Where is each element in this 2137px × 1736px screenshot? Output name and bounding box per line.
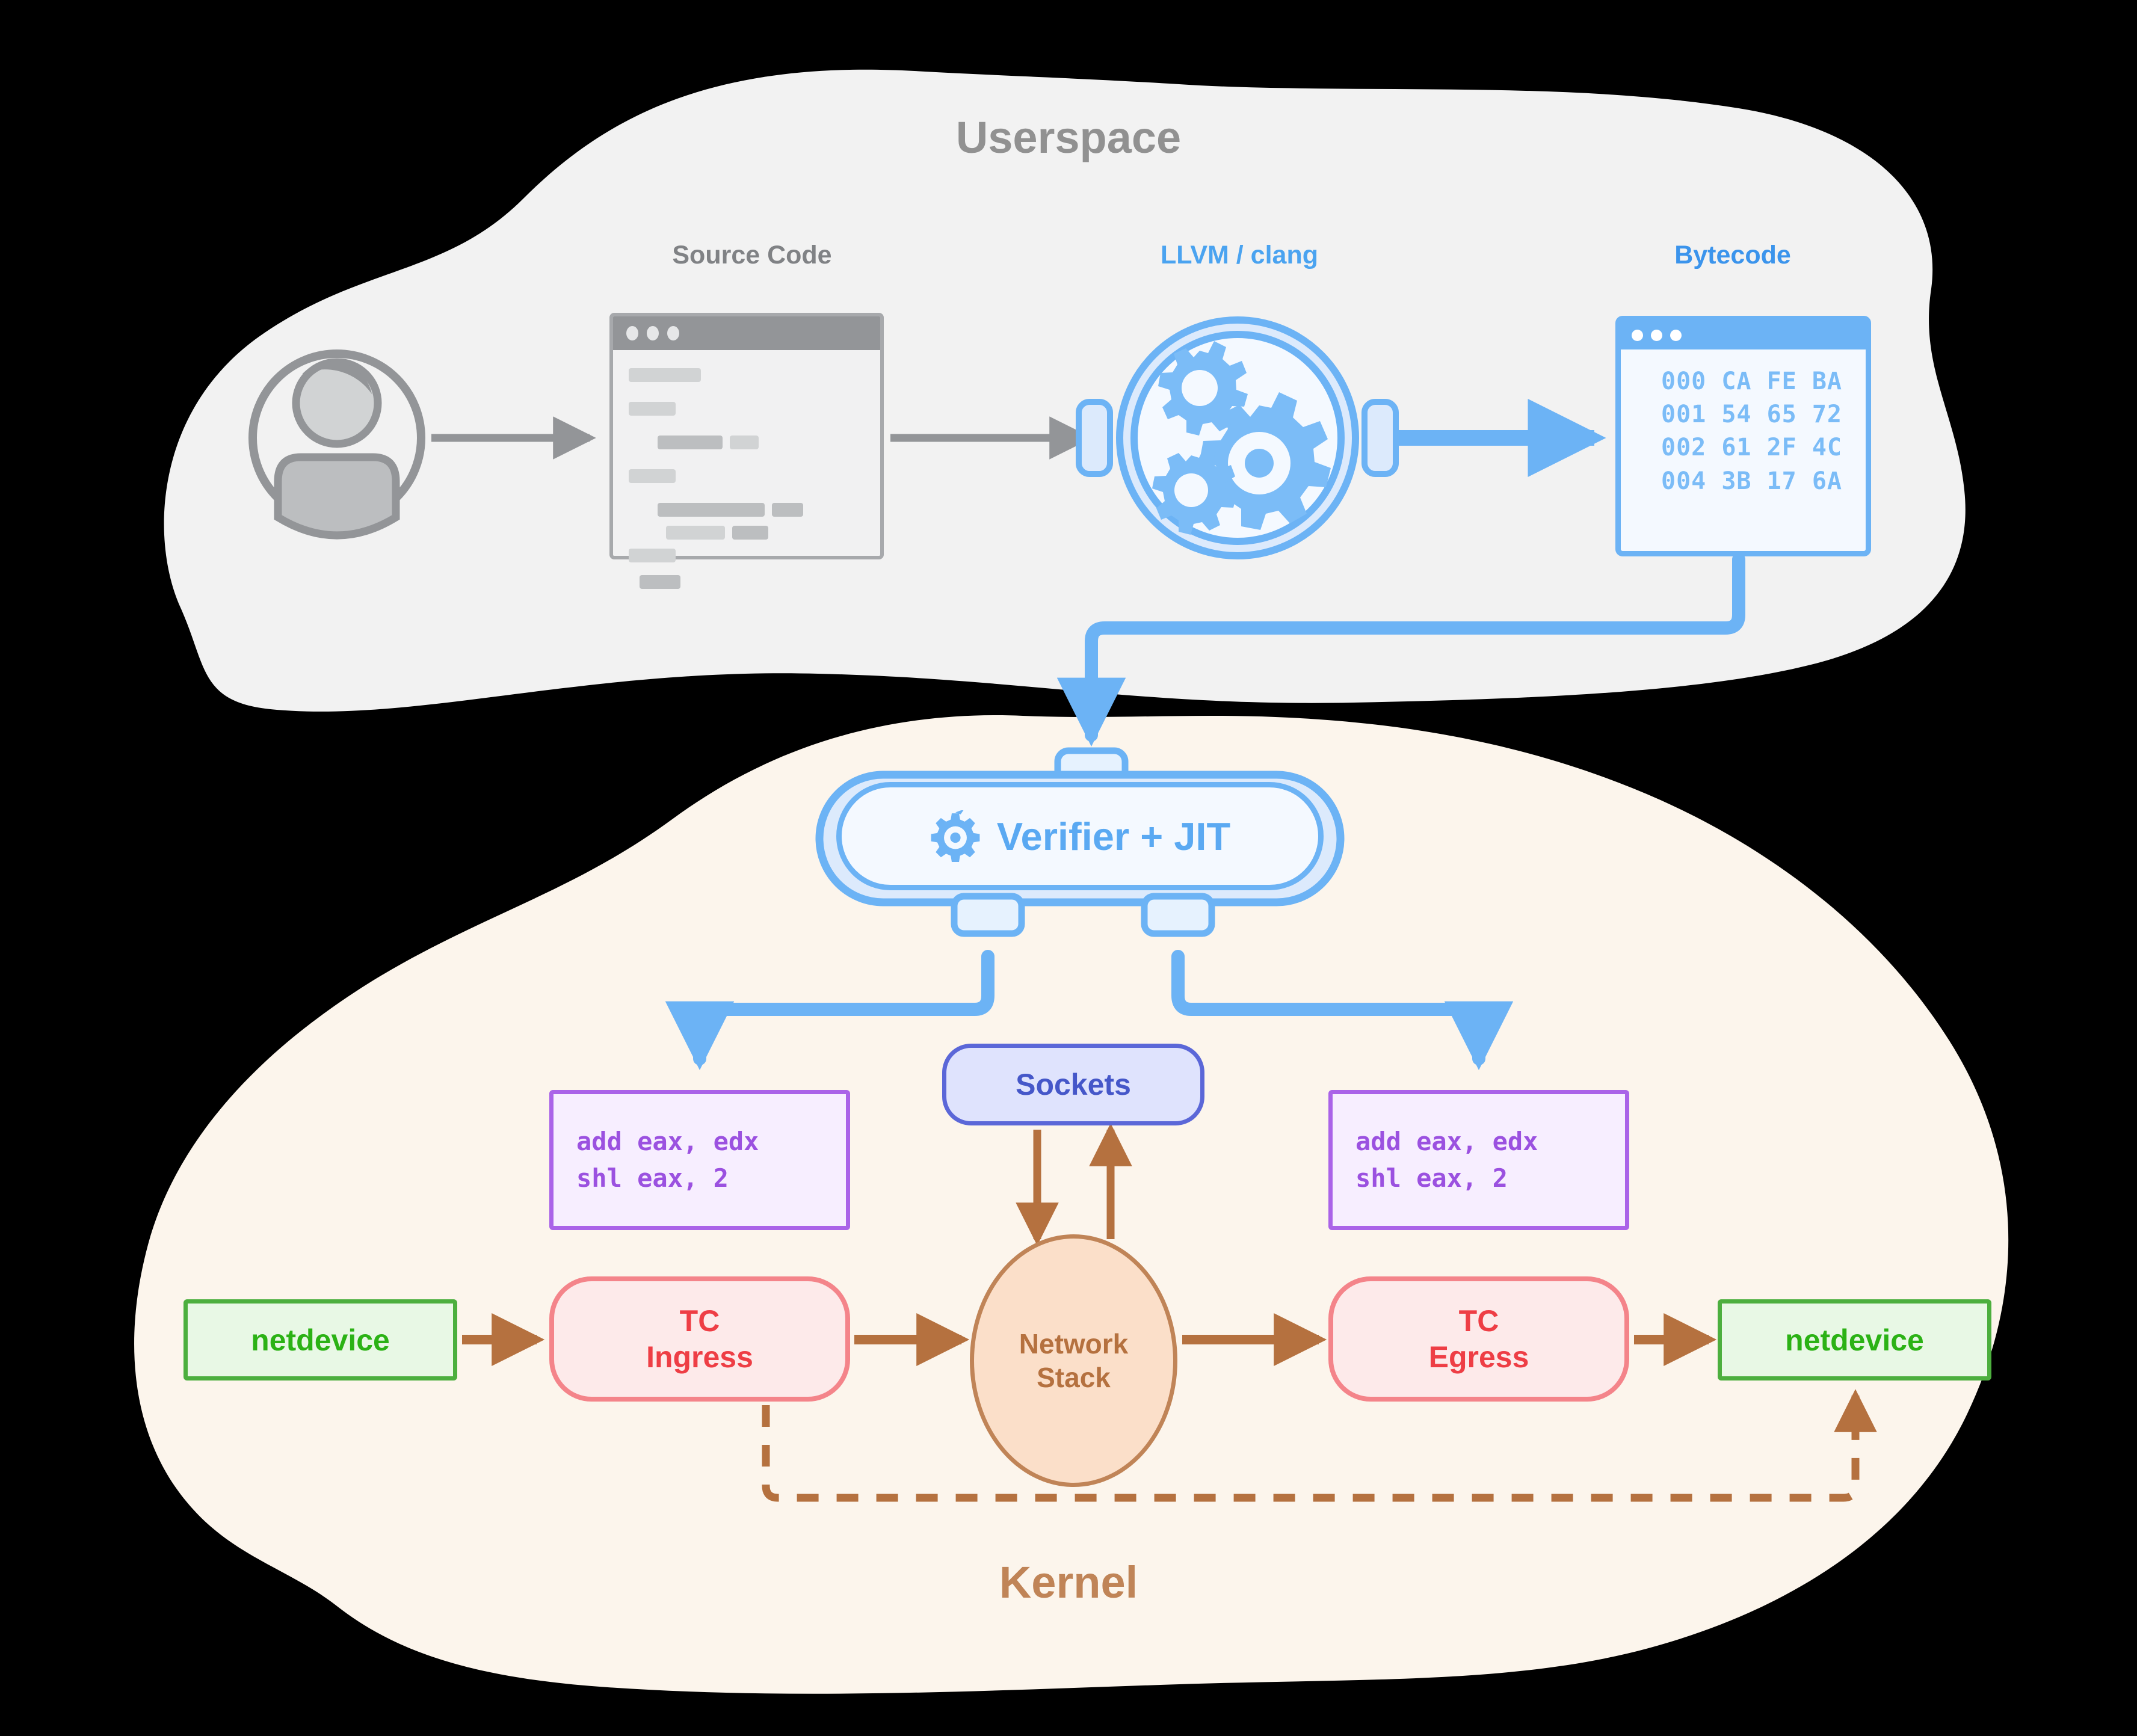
- tc-ingress-label-line1: TC: [679, 1304, 720, 1338]
- bytecode-caption: Bytecode: [1674, 241, 1791, 269]
- asm-box-ingress[interactable]: add eax, edx shl eax, 2: [549, 1090, 850, 1230]
- asm-line: shl eax, 2: [576, 1163, 729, 1193]
- network-stack-label-line1: Network: [1019, 1328, 1129, 1359]
- netdevice-left-node[interactable]: netdevice: [183, 1299, 457, 1380]
- verifier-bottom-tab-left: [951, 893, 1025, 937]
- network-stack-label-line2: Stack: [1037, 1362, 1111, 1393]
- diagram-canvas: Userspace Kernel Source Code LLVM / clan…: [0, 0, 2137, 1736]
- source-code-caption: Source Code: [672, 241, 832, 269]
- llvm-clang-caption: LLVM / clang: [1161, 241, 1318, 269]
- userspace-title: Userspace: [955, 112, 1182, 162]
- asm-box-egress[interactable]: add eax, edx shl eax, 2: [1328, 1090, 1629, 1230]
- sockets-node[interactable]: Sockets: [942, 1044, 1204, 1125]
- tc-egress-node[interactable]: TC Egress: [1328, 1276, 1629, 1402]
- window-dots-icon: [1621, 321, 1866, 349]
- gear-icon: [931, 810, 980, 862]
- network-stack-node[interactable]: Network Stack: [970, 1234, 1177, 1487]
- window-dots-icon: [613, 316, 880, 350]
- netdevice-right-label: netdevice: [1785, 1323, 1924, 1357]
- bytecode-line: 000 CA FE BA: [1661, 368, 1842, 395]
- asm-line: add eax, edx: [1355, 1126, 1538, 1156]
- bytecode-line: 001 54 65 72: [1661, 401, 1842, 429]
- tc-egress-label-line1: TC: [1458, 1304, 1499, 1338]
- verifier-jit-label: Verifier + JIT: [996, 814, 1231, 858]
- asm-line: add eax, edx: [576, 1126, 759, 1156]
- bytecode-line: 002 61 2F 4C: [1661, 434, 1842, 462]
- bytecode-window[interactable]: 000 CA FE BA 001 54 65 72 002 61 2F 4C 0…: [1615, 316, 1871, 556]
- source-code-lines: [613, 350, 880, 589]
- kernel-title: Kernel: [999, 1557, 1138, 1607]
- source-code-window[interactable]: [609, 313, 884, 589]
- netdevice-right-node[interactable]: netdevice: [1718, 1299, 1991, 1380]
- bytecode-lines: 000 CA FE BA 001 54 65 72 002 61 2F 4C 0…: [1621, 349, 1866, 498]
- tc-egress-label-line2: Egress: [1428, 1340, 1529, 1374]
- asm-line: shl eax, 2: [1355, 1163, 1508, 1193]
- tc-ingress-node[interactable]: TC Ingress: [549, 1276, 850, 1402]
- netdevice-left-label: netdevice: [251, 1323, 390, 1357]
- verifier-jit-node[interactable]: Verifier + JIT: [836, 782, 1324, 890]
- verifier-bottom-tab-right: [1141, 893, 1215, 937]
- sockets-label: Sockets: [1016, 1068, 1131, 1101]
- tc-ingress-label-line2: Ingress: [646, 1340, 753, 1374]
- bytecode-line: 004 3B 17 6A: [1661, 467, 1842, 495]
